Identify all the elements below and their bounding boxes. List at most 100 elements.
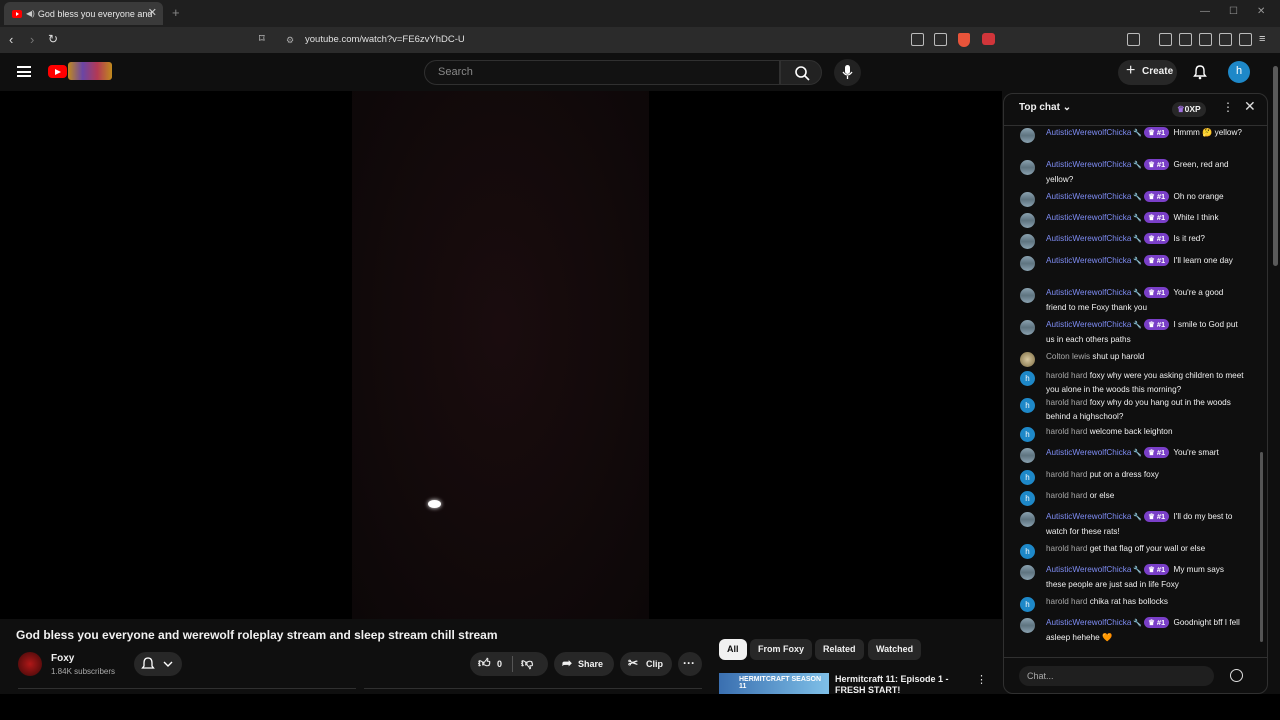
share-page-icon[interactable]	[934, 33, 947, 46]
like-icon[interactable]: 👍︎	[478, 656, 491, 671]
chat-author-name[interactable]: AutisticWerewolfChicka	[1046, 512, 1131, 521]
url-field[interactable]: youtube.com/watch?v=FE6zvYhDC-U	[305, 34, 465, 45]
chat-author-avatar[interactable]	[1020, 618, 1035, 633]
chat-author-name[interactable]: harold hard	[1046, 597, 1087, 606]
chat-author-avatar[interactable]	[1020, 352, 1035, 367]
chat-author-avatar[interactable]: h	[1020, 398, 1035, 413]
notifications-bell-icon[interactable]	[1192, 64, 1208, 80]
chat-author-name[interactable]: AutisticWerewolfChicka	[1046, 160, 1131, 169]
chat-author-name[interactable]: harold hard	[1046, 427, 1087, 436]
like-count[interactable]: 0	[497, 659, 502, 669]
chat-author-avatar[interactable]	[1020, 234, 1035, 249]
chat-author-name[interactable]: AutisticWerewolfChicka	[1046, 565, 1131, 574]
related-title[interactable]: Hermitcraft 11: Episode 1 - FRESH START!	[835, 674, 965, 696]
chat-author-avatar[interactable]	[1020, 160, 1035, 175]
chat-author-name[interactable]: AutisticWerewolfChicka	[1046, 448, 1131, 457]
minimize-icon[interactable]: —	[1200, 6, 1210, 17]
chat-author-avatar[interactable]	[1020, 448, 1035, 463]
site-info-icon[interactable]: ⚙	[286, 35, 294, 46]
reload-icon[interactable]: ↻	[48, 32, 58, 46]
chat-author-name[interactable]: Colton lewis	[1046, 352, 1090, 361]
clip-button[interactable]: ✂ Clip	[620, 652, 672, 676]
related-more-icon[interactable]: ⋮	[976, 673, 987, 686]
moderator-wrench-icon: 🔧	[1131, 236, 1143, 243]
subscribed-button[interactable]	[134, 652, 182, 676]
chat-input-area: Chat...	[1004, 657, 1267, 693]
chat-author-name[interactable]: AutisticWerewolfChicka	[1046, 192, 1131, 201]
chat-author-name[interactable]: harold hard	[1046, 371, 1087, 380]
chat-author-name[interactable]: harold hard	[1046, 470, 1087, 479]
youtube-logo-icon[interactable]	[48, 65, 67, 78]
chat-author-avatar[interactable]	[1020, 213, 1035, 228]
chat-author-avatar[interactable]	[1020, 192, 1035, 207]
brave-shield-icon[interactable]	[958, 33, 970, 47]
chat-author-avatar[interactable]	[1020, 288, 1035, 303]
page-scrollbar-thumb[interactable]	[1273, 66, 1278, 266]
back-icon[interactable]: ‹	[9, 32, 13, 47]
close-tab-icon[interactable]: ✕	[148, 6, 157, 19]
dislike-icon[interactable]: 👎︎	[521, 656, 533, 671]
chat-message-list[interactable]: AutisticWerewolfChicka 🔧 ♛ #1 Hmmm 🤔 yell…	[1004, 126, 1259, 650]
leo-icon[interactable]	[1219, 33, 1232, 46]
chat-author-avatar[interactable]	[1020, 128, 1035, 143]
browser-tab[interactable]: ◀) God bless you everyone and ✕	[4, 2, 163, 25]
channel-avatar[interactable]	[18, 652, 42, 676]
more-actions-button[interactable]: ···	[678, 652, 702, 676]
close-chat-icon[interactable]: ✕	[1244, 98, 1256, 115]
maximize-icon[interactable]: ☐	[1229, 6, 1238, 17]
create-button[interactable]: + Create	[1118, 60, 1177, 85]
chat-author-name[interactable]: AutisticWerewolfChicka	[1046, 288, 1131, 297]
chat-author-name[interactable]: AutisticWerewolfChicka	[1046, 618, 1131, 627]
bookmark-icon[interactable]: ⌑	[259, 32, 265, 45]
chat-author-avatar[interactable]: h	[1020, 427, 1035, 442]
chat-author-name[interactable]: AutisticWerewolfChicka	[1046, 128, 1131, 137]
share-button[interactable]: ➦ Share	[554, 652, 614, 676]
window-close-icon[interactable]: ✕	[1257, 6, 1265, 17]
search-button[interactable]	[780, 60, 822, 85]
video-player[interactable]	[0, 91, 1002, 619]
chat-author-avatar[interactable]: h	[1020, 371, 1035, 386]
chip-all[interactable]: All	[719, 639, 747, 660]
media-icon[interactable]	[1159, 33, 1172, 46]
voice-search-button[interactable]	[834, 59, 861, 86]
chip-watched[interactable]: Watched	[868, 639, 922, 660]
hamburger-menu-icon[interactable]	[17, 66, 31, 77]
emoji-icon[interactable]	[1230, 669, 1243, 682]
search-input[interactable]: Search	[424, 60, 780, 85]
chat-author-avatar[interactable]	[1020, 512, 1035, 527]
chat-author-name[interactable]: harold hard	[1046, 491, 1087, 500]
chat-author-name[interactable]: AutisticWerewolfChicka	[1046, 213, 1131, 222]
rewards-icon[interactable]	[982, 33, 995, 45]
vpn-icon[interactable]	[1239, 33, 1252, 46]
cast-icon[interactable]	[911, 33, 924, 46]
channel-name[interactable]: Foxy	[51, 653, 74, 664]
chat-author-avatar[interactable]: h	[1020, 491, 1035, 506]
forward-icon[interactable]: ›	[30, 32, 34, 47]
chat-author-name[interactable]: harold hard	[1046, 544, 1087, 553]
chat-author-avatar[interactable]: h	[1020, 470, 1035, 485]
chat-input[interactable]: Chat...	[1019, 666, 1214, 686]
youtube-doodle[interactable]	[68, 62, 112, 80]
chat-author-avatar[interactable]	[1020, 256, 1035, 271]
chat-author-avatar[interactable]	[1020, 565, 1035, 580]
account-avatar[interactable]: h	[1228, 61, 1250, 83]
new-tab-icon[interactable]: +	[172, 5, 180, 20]
chat-author-avatar[interactable]: h	[1020, 597, 1035, 612]
chat-mode-dropdown[interactable]: Top chat ⌄	[1019, 102, 1071, 113]
chat-author-name[interactable]: AutisticWerewolfChicka	[1046, 256, 1131, 265]
chat-scrollbar[interactable]	[1260, 134, 1264, 644]
screenshot-icon[interactable]	[1127, 33, 1140, 46]
xp-badge[interactable]: ♛0XP	[1172, 102, 1206, 117]
browser-menu-icon[interactable]: ≡	[1259, 33, 1265, 45]
chat-author-name[interactable]: AutisticWerewolfChicka	[1046, 320, 1131, 329]
chip-related[interactable]: Related	[815, 639, 864, 660]
chat-author-avatar[interactable]	[1020, 320, 1035, 335]
sidebar-icon[interactable]	[1179, 33, 1192, 46]
chat-author-avatar[interactable]: h	[1020, 544, 1035, 559]
chat-author-name[interactable]: AutisticWerewolfChicka	[1046, 234, 1131, 243]
related-thumbnail[interactable]: HERMITCRAFT SEASON 11	[719, 673, 829, 695]
chat-options-icon[interactable]: ⋮	[1222, 100, 1234, 114]
wallet-icon[interactable]	[1199, 33, 1212, 46]
chat-author-name[interactable]: harold hard	[1046, 398, 1087, 407]
chip-from-channel[interactable]: From Foxy	[750, 639, 813, 660]
